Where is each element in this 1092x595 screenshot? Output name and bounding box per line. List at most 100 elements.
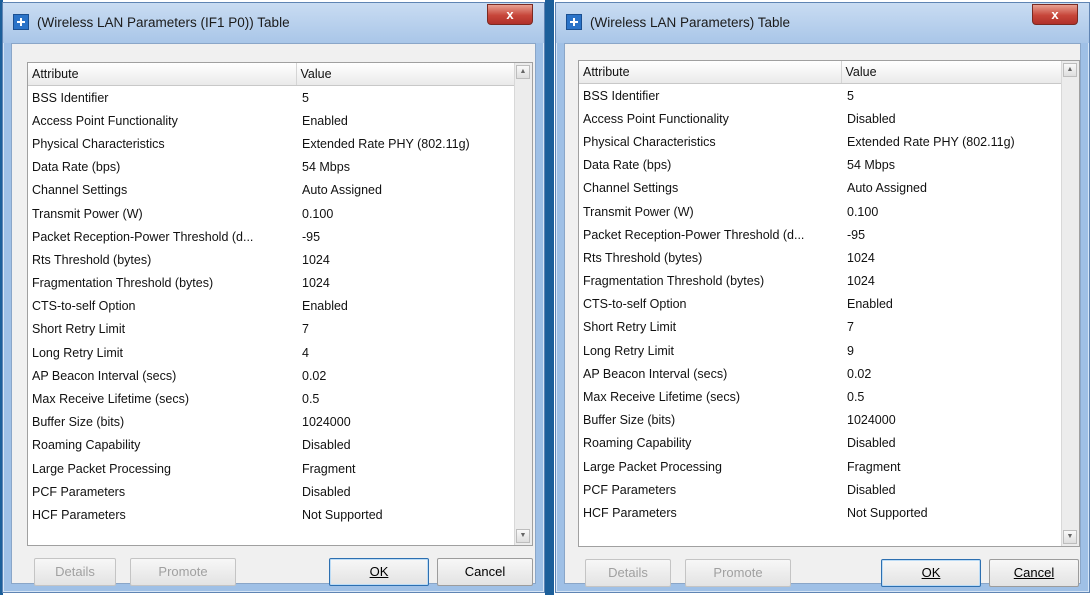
- value-cell[interactable]: Extended Rate PHY (802.11g): [296, 132, 515, 155]
- value-cell[interactable]: Auto Assigned: [296, 179, 515, 202]
- value-cell[interactable]: -95: [841, 223, 1062, 246]
- cancel-button[interactable]: Cancel: [437, 558, 533, 586]
- value-cell[interactable]: 0.100: [841, 200, 1062, 223]
- value-cell[interactable]: 1024: [841, 246, 1062, 269]
- table-row[interactable]: Access Point Functionality Disabled: [579, 107, 1062, 130]
- table-row[interactable]: BSS Identifier 5: [28, 86, 515, 110]
- close-button[interactable]: x: [1032, 4, 1078, 25]
- column-header-attribute[interactable]: Attribute: [579, 61, 842, 84]
- table-row[interactable]: Max Receive Lifetime (secs) 0.5: [28, 387, 515, 410]
- table-row[interactable]: Buffer Size (bits) 1024000: [28, 411, 515, 434]
- value-cell[interactable]: Enabled: [296, 109, 515, 132]
- table-row[interactable]: Rts Threshold (bytes) 1024: [28, 248, 515, 271]
- cancel-button[interactable]: Cancel: [989, 559, 1079, 587]
- column-header-value[interactable]: Value: [296, 63, 516, 86]
- scroll-up-arrow-icon[interactable]: ▲: [516, 65, 530, 79]
- table-row[interactable]: Long Retry Limit 9: [579, 339, 1062, 362]
- table-row[interactable]: Physical Characteristics Extended Rate PH…: [579, 130, 1062, 153]
- column-header-value[interactable]: Value: [841, 61, 1063, 84]
- value-cell[interactable]: 4: [296, 341, 515, 364]
- attribute-cell: Roaming Capability: [583, 436, 692, 451]
- table-row[interactable]: Physical Characteristics Extended Rate PH…: [28, 132, 515, 155]
- ok-button[interactable]: OK: [881, 559, 981, 587]
- close-button[interactable]: x: [487, 4, 533, 25]
- value-cell[interactable]: Disabled: [296, 434, 515, 457]
- table-row[interactable]: Data Rate (bps) 54 Mbps: [28, 156, 515, 179]
- value-cell[interactable]: Fragment: [841, 455, 1062, 478]
- value-cell[interactable]: Extended Rate PHY (802.11g): [841, 130, 1062, 153]
- value-cell[interactable]: 1024: [841, 270, 1062, 293]
- title-bar[interactable]: (Wireless LAN Parameters) Table x: [556, 3, 1089, 43]
- table-row[interactable]: Channel Settings Auto Assigned: [579, 177, 1062, 200]
- scroll-down-arrow-icon[interactable]: ▼: [1063, 530, 1077, 544]
- value-cell[interactable]: Fragment: [296, 457, 515, 480]
- table-row[interactable]: AP Beacon Interval (secs) 0.02: [579, 362, 1062, 385]
- table-row[interactable]: CTS-to-self Option Enabled: [579, 293, 1062, 316]
- title-bar[interactable]: (Wireless LAN Parameters (IF1 P0)) Table…: [3, 3, 544, 43]
- value-cell[interactable]: 1024: [296, 248, 515, 271]
- value-cell[interactable]: Not Supported: [296, 503, 515, 526]
- table-row[interactable]: Fragmentation Threshold (bytes) 1024: [28, 272, 515, 295]
- column-header-attribute[interactable]: Attribute: [28, 63, 297, 86]
- table-row[interactable]: Long Retry Limit 4: [28, 341, 515, 364]
- table-row[interactable]: Channel Settings Auto Assigned: [28, 179, 515, 202]
- table-row[interactable]: Fragmentation Threshold (bytes) 1024: [579, 270, 1062, 293]
- table-row[interactable]: Roaming Capability Disabled: [579, 432, 1062, 455]
- table-row[interactable]: AP Beacon Interval (secs) 0.02: [28, 364, 515, 387]
- table-row[interactable]: Roaming Capability Disabled: [28, 434, 515, 457]
- scroll-down-arrow-icon[interactable]: ▼: [516, 529, 530, 543]
- vertical-scrollbar[interactable]: ▲ ▼: [514, 63, 532, 545]
- value-cell[interactable]: 7: [841, 316, 1062, 339]
- value-cell[interactable]: Disabled: [841, 478, 1062, 501]
- value-cell[interactable]: 54 Mbps: [296, 156, 515, 179]
- table-row[interactable]: Packet Reception-Power Threshold (d... -9…: [28, 225, 515, 248]
- value-cell[interactable]: Enabled: [841, 293, 1062, 316]
- table-row[interactable]: Buffer Size (bits) 1024000: [579, 409, 1062, 432]
- value-cell[interactable]: 5: [841, 84, 1062, 108]
- value-cell[interactable]: 9: [841, 339, 1062, 362]
- table-row[interactable]: Transmit Power (W) 0.100: [28, 202, 515, 225]
- table-row[interactable]: Max Receive Lifetime (secs) 0.5: [579, 385, 1062, 408]
- promote-button[interactable]: Promote: [130, 558, 236, 586]
- table-row[interactable]: Short Retry Limit 7: [28, 318, 515, 341]
- table-row[interactable]: HCF Parameters Not Supported: [579, 501, 1062, 524]
- value-cell[interactable]: Disabled: [841, 107, 1062, 130]
- value-cell[interactable]: 1024: [296, 272, 515, 295]
- table-row[interactable]: Access Point Functionality Enabled: [28, 109, 515, 132]
- details-button[interactable]: Details: [585, 559, 671, 587]
- value-cell[interactable]: 0.02: [296, 364, 515, 387]
- table-row[interactable]: CTS-to-self Option Enabled: [28, 295, 515, 318]
- value-cell[interactable]: 0.100: [296, 202, 515, 225]
- value-cell[interactable]: 1024000: [841, 409, 1062, 432]
- cancel-button-label: Cancel: [1013, 565, 1055, 580]
- value-cell[interactable]: 1024000: [296, 411, 515, 434]
- table-row[interactable]: BSS Identifier 5: [579, 84, 1062, 108]
- table-row[interactable]: Transmit Power (W) 0.100: [579, 200, 1062, 223]
- table-row[interactable]: Large Packet Processing Fragment: [579, 455, 1062, 478]
- value-cell[interactable]: Disabled: [841, 432, 1062, 455]
- table-row[interactable]: Packet Reception-Power Threshold (d... -9…: [579, 223, 1062, 246]
- promote-button[interactable]: Promote: [685, 559, 791, 587]
- scroll-up-arrow-icon[interactable]: ▲: [1063, 63, 1077, 77]
- value-cell[interactable]: 0.02: [841, 362, 1062, 385]
- table-row[interactable]: PCF Parameters Disabled: [579, 478, 1062, 501]
- value-cell[interactable]: 5: [296, 86, 515, 110]
- value-cell[interactable]: 54 Mbps: [841, 154, 1062, 177]
- value-cell[interactable]: -95: [296, 225, 515, 248]
- table-row[interactable]: PCF Parameters Disabled: [28, 480, 515, 503]
- value-cell[interactable]: Auto Assigned: [841, 177, 1062, 200]
- value-cell[interactable]: 0.5: [841, 385, 1062, 408]
- details-button[interactable]: Details: [34, 558, 116, 586]
- vertical-scrollbar[interactable]: ▲ ▼: [1061, 61, 1079, 546]
- ok-button[interactable]: OK: [329, 558, 429, 586]
- value-cell[interactable]: 0.5: [296, 387, 515, 410]
- table-row[interactable]: Short Retry Limit 7: [579, 316, 1062, 339]
- table-row[interactable]: Rts Threshold (bytes) 1024: [579, 246, 1062, 269]
- table-row[interactable]: HCF Parameters Not Supported: [28, 503, 515, 526]
- table-row[interactable]: Large Packet Processing Fragment: [28, 457, 515, 480]
- value-cell[interactable]: Enabled: [296, 295, 515, 318]
- value-cell[interactable]: Not Supported: [841, 501, 1062, 524]
- value-cell[interactable]: 7: [296, 318, 515, 341]
- value-cell[interactable]: Disabled: [296, 480, 515, 503]
- table-row[interactable]: Data Rate (bps) 54 Mbps: [579, 154, 1062, 177]
